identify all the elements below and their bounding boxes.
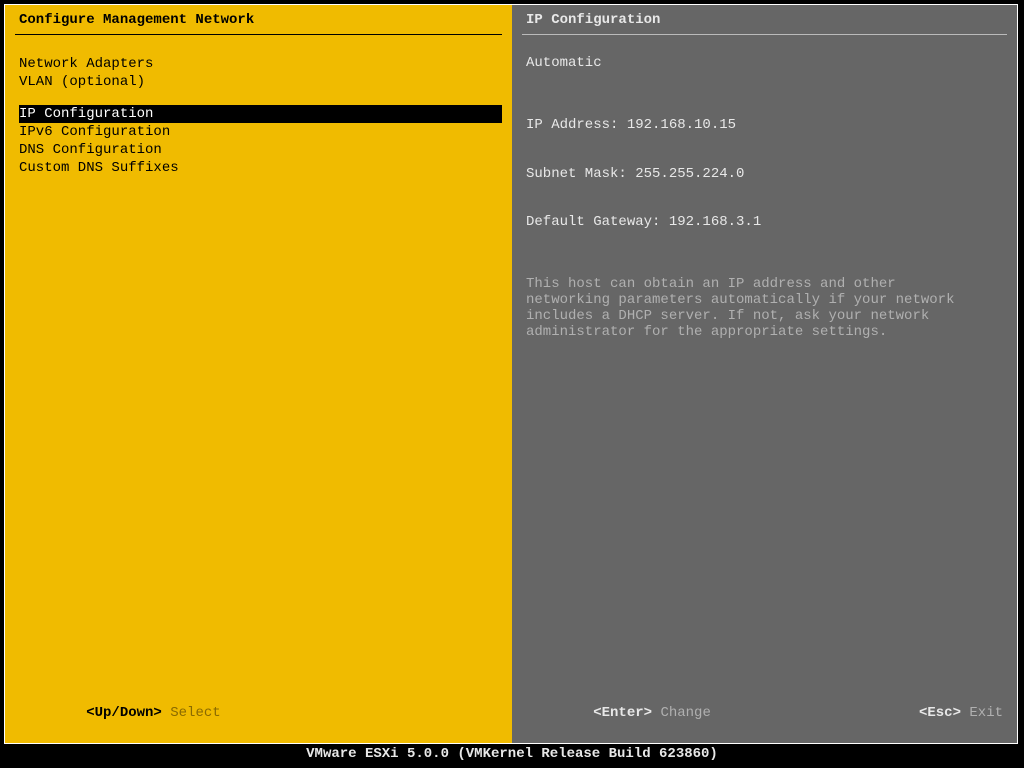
main-frame: Configure Management Network Network Ada… bbox=[4, 4, 1018, 744]
detail-pane: IP Configuration Automatic IP Address: 1… bbox=[512, 5, 1017, 743]
ip-mode-label: Automatic bbox=[526, 55, 1003, 71]
subnet-mask-line: Subnet Mask: 255.255.224.0 bbox=[526, 166, 1003, 182]
esc-action-label: Exit bbox=[969, 705, 1003, 721]
menu-item-ipv6-configuration[interactable]: IPv6 Configuration bbox=[19, 123, 498, 141]
menu-group-2: IP Configuration IPv6 Configuration DNS … bbox=[19, 105, 498, 177]
menu-group-1: Network Adapters VLAN (optional) bbox=[19, 55, 498, 91]
ip-help-text: This host can obtain an IP address and o… bbox=[526, 276, 986, 340]
menu-item-network-adapters[interactable]: Network Adapters bbox=[19, 55, 498, 73]
menu-item-custom-dns-suffixes[interactable]: Custom DNS Suffixes bbox=[19, 159, 498, 177]
esc-hint: <Esc> Exit bbox=[852, 689, 1003, 737]
ip-address-line: IP Address: 192.168.10.15 bbox=[526, 117, 1003, 133]
updown-action-label: Select bbox=[170, 705, 220, 721]
menu-footer-hint: <Up/Down> Select bbox=[19, 689, 221, 737]
menu-item-vlan[interactable]: VLAN (optional) bbox=[19, 73, 498, 91]
detail-pane-title: IP Configuration bbox=[512, 5, 1017, 34]
default-gateway-line: Default Gateway: 192.168.3.1 bbox=[526, 214, 1003, 230]
ip-detail-lines: IP Address: 192.168.10.15 Subnet Mask: 2… bbox=[526, 85, 1003, 262]
updown-key-label: <Up/Down> bbox=[86, 705, 162, 721]
menu-item-ip-configuration[interactable]: IP Configuration bbox=[19, 105, 502, 123]
menu-pane: Configure Management Network Network Ada… bbox=[5, 5, 512, 743]
esxi-dcus-screen: Configure Management Network Network Ada… bbox=[0, 0, 1024, 768]
enter-action-label: Change bbox=[660, 705, 710, 721]
menu-item-dns-configuration[interactable]: DNS Configuration bbox=[19, 141, 498, 159]
status-bar: VMware ESXi 5.0.0 (VMKernel Release Buil… bbox=[0, 746, 1024, 762]
enter-key-label: <Enter> bbox=[593, 705, 652, 721]
esc-key-label: <Esc> bbox=[919, 705, 961, 721]
menu-body: Network Adapters VLAN (optional) IP Conf… bbox=[5, 35, 512, 177]
menu-pane-title: Configure Management Network bbox=[5, 5, 512, 34]
detail-body: Automatic IP Address: 192.168.10.15 Subn… bbox=[512, 35, 1017, 341]
enter-hint: <Enter> Change bbox=[526, 689, 711, 737]
